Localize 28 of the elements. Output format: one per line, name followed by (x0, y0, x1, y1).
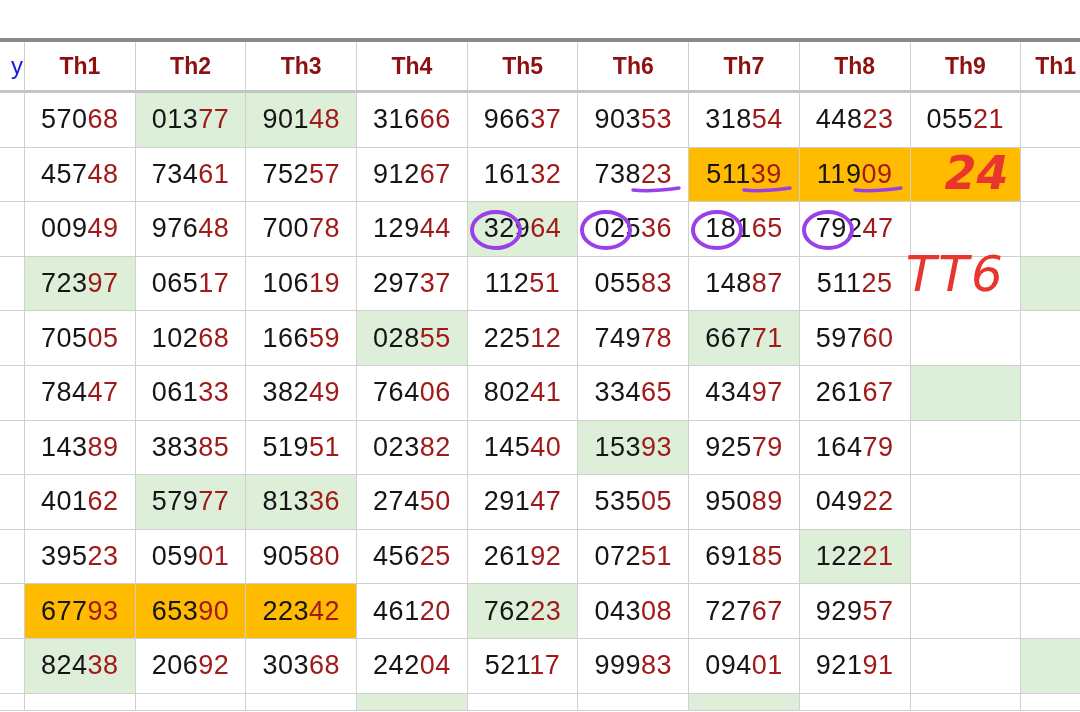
table-cell: 82438 (25, 638, 136, 693)
table-cell: 01377 (135, 93, 247, 147)
table-cell: 65390 (135, 584, 247, 638)
column-header: Th8 (834, 51, 876, 81)
column-header: Th9 (944, 51, 986, 81)
table-cell: 22342 (246, 584, 358, 638)
column-header: y (11, 51, 24, 81)
column-header: Th7 (723, 51, 765, 81)
table-cell: 02855 (357, 311, 468, 365)
column-header: Th1 (1035, 51, 1077, 81)
table-cell: 67793 (25, 584, 136, 638)
handwritten-note: 24 (944, 149, 1009, 196)
column-header: Th1 (59, 51, 101, 81)
column-header: Th2 (170, 51, 211, 81)
table-cell: 12221 (799, 529, 911, 584)
column-header: Th5 (502, 51, 544, 81)
column-header: Th3 (280, 51, 322, 81)
table-cell: 15393 (578, 420, 690, 475)
table-cell: 66771 (689, 311, 800, 365)
table-cell: 81336 (246, 475, 358, 529)
table-cell: 72397 (25, 256, 136, 311)
table-cell: 51139 (689, 147, 800, 202)
table-cell: 11909 (799, 147, 911, 202)
column-header: Th6 (612, 51, 654, 81)
table-cell: 76223 (467, 584, 579, 638)
table-cell: 90148 (246, 93, 358, 147)
table-cell: 57977 (135, 475, 247, 529)
column-header: Th4 (391, 51, 433, 81)
